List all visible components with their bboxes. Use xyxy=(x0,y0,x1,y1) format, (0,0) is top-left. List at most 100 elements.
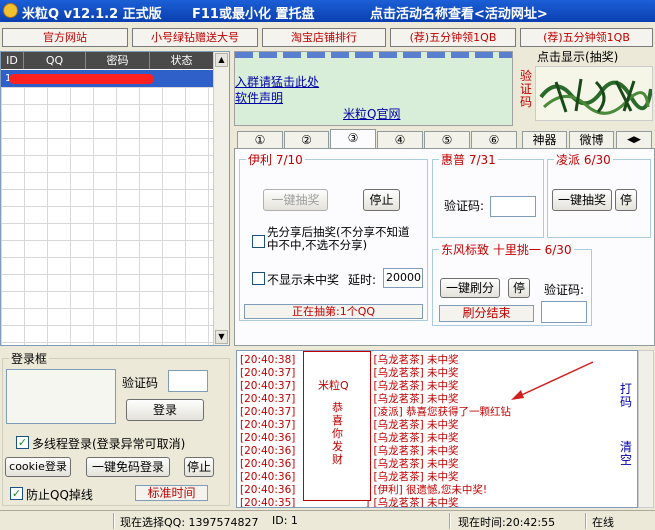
col-header-password[interactable]: 密码 xyxy=(86,52,150,69)
print-code-link[interactable]: 打码 xyxy=(620,383,634,409)
captcha-area: 点击显示(抽奖) 验证码 xyxy=(517,48,655,126)
status-current-qq: 现在选择QQ: 1397574827 xyxy=(120,516,259,529)
yili-stop-button[interactable]: 停止 xyxy=(363,189,400,211)
captcha-image[interactable] xyxy=(535,66,653,121)
login-captcha-label: 验证码 xyxy=(122,376,159,390)
tab-5[interactable]: ⑤ xyxy=(424,131,470,149)
overlay-text: 恭喜你发财 xyxy=(332,401,343,466)
log-time: [20:40:37] xyxy=(240,380,296,392)
captcha-show-label[interactable]: 点击显示(抽奖) xyxy=(537,48,618,65)
tab-3[interactable]: ③ xyxy=(330,129,376,150)
dongfeng-refresh-button[interactable]: 一键刷分 xyxy=(440,278,500,298)
log-time: [20:40:37] xyxy=(240,419,296,431)
link-taobao-rank[interactable]: 淘宝店铺排行 xyxy=(262,28,386,47)
col-header-status[interactable]: 状态 xyxy=(150,52,214,69)
nocode-login-button[interactable]: 一键免码登录 xyxy=(86,457,170,477)
std-time-button[interactable]: 标准时间 xyxy=(135,485,208,501)
lingpai-stop-button[interactable]: 停 xyxy=(615,189,637,211)
prevent-offline-label[interactable]: 防止QQ掉线 xyxy=(26,486,93,503)
window-title: 米粒Q v12.1.2 正式版 xyxy=(22,7,162,22)
huipu-captcha-input[interactable] xyxy=(490,196,536,217)
tab-artifact[interactable]: 神器 xyxy=(522,131,567,149)
dongfeng-captcha-label: 验证码: xyxy=(544,283,585,297)
link-statement[interactable]: 软件声明 xyxy=(235,89,283,106)
account-table[interactable]: ID QQ 密码 状态 1 ▲ ▼ xyxy=(0,51,230,346)
captcha-vertical-label: 验证码 xyxy=(520,69,533,109)
login-captcha-input[interactable] xyxy=(168,370,208,392)
link-official-site[interactable]: 官方网站 xyxy=(2,28,128,47)
log-message: [乌龙茗茶] 未中奖 xyxy=(373,380,459,392)
yili-title: 伊利 7/10 xyxy=(248,153,303,167)
status-online: 在线 xyxy=(592,516,614,529)
lucky-overlay: 米粒Q 恭喜你发财 xyxy=(303,351,371,501)
scroll-down-icon[interactable]: ▼ xyxy=(215,330,228,344)
hide-losses-label[interactable]: 不显示未中奖 xyxy=(267,271,339,288)
yili-status: 正在抽第:1个QQ xyxy=(244,304,423,319)
log-message: [乌龙茗茶] 未中奖 xyxy=(373,445,459,457)
log-message: [乌龙茗茶] 未中奖 xyxy=(373,471,459,483)
log-message: [乌龙茗茶] 未中奖 xyxy=(373,367,459,379)
table-grid xyxy=(1,87,214,345)
clear-log-link[interactable]: 清空 xyxy=(620,441,634,467)
log-message: [乌龙茗茶] 未中奖 xyxy=(373,393,459,405)
lingpai-draw-button[interactable]: 一键抽奖 xyxy=(552,189,612,211)
log-message: [乌龙茗茶] 未中奖 xyxy=(373,432,459,444)
status-bar: 现在选择QQ: 1397574827 ID: 1 现在时间:20:42:55 在… xyxy=(0,510,655,530)
log-time: [20:40:36] xyxy=(240,471,296,483)
chevron-left-icon[interactable]: ◀ xyxy=(627,135,634,145)
annotation-arrow-icon xyxy=(511,361,594,400)
link-join-group[interactable]: 入群请猛击此处 xyxy=(235,73,319,90)
login-legend: 登录框 xyxy=(11,352,48,366)
link-qb-2[interactable]: (荐)五分钟领1QB xyxy=(520,28,653,47)
account-scrollbar[interactable]: ▲ ▼ xyxy=(213,52,229,345)
status-id: ID: 1 xyxy=(272,514,298,527)
overlay-name: 米粒Q xyxy=(318,379,349,392)
activity-hint[interactable]: 点击活动名称查看<活动网址> xyxy=(370,3,548,22)
log-time: [20:40:37] xyxy=(240,393,296,405)
login-stop-button[interactable]: 停止 xyxy=(184,457,214,477)
tab-4[interactable]: ④ xyxy=(377,131,423,149)
log-time: [20:40:36] xyxy=(240,445,296,457)
table-row[interactable]: 1 xyxy=(1,70,214,87)
scroll-up-icon[interactable]: ▲ xyxy=(215,53,228,67)
yili-draw-button[interactable]: 一键抽奖 xyxy=(263,189,328,211)
col-header-id[interactable]: ID xyxy=(1,52,24,69)
dongfeng-captcha-input[interactable] xyxy=(541,301,587,323)
tab-2[interactable]: ② xyxy=(284,131,329,149)
log-time: [20:40:37] xyxy=(240,367,296,379)
log-message: [乌龙茗茶] 未中奖 xyxy=(373,458,459,470)
log-message: [凌派] 恭喜您获得了一颗红钻 xyxy=(373,406,511,418)
truncated-marquee xyxy=(235,52,512,58)
prevent-offline-checkbox[interactable]: ✓ xyxy=(10,487,23,500)
log-time: [20:40:36] xyxy=(240,484,296,496)
col-header-qq[interactable]: QQ xyxy=(24,52,86,69)
share-option-label[interactable]: 先分享后抽奖(不分享不知道中不中,不选不分享) xyxy=(267,226,417,252)
multithread-checkbox[interactable]: ✓ xyxy=(16,436,29,449)
delay-label: 延时: xyxy=(348,273,377,287)
tab-1[interactable]: ① xyxy=(237,131,283,149)
delay-input[interactable]: 20000 xyxy=(383,268,423,288)
title-bar[interactable]: 米粒Q v12.1.2 正式版 F11或最小化 置托盘 点击活动名称查看<活动网… xyxy=(0,0,655,22)
cookie-login-button[interactable]: cookie登录 xyxy=(5,457,71,477)
tab-scroll[interactable]: ◀▶ xyxy=(616,131,652,149)
dongfeng-status: 刷分结束 xyxy=(439,305,534,322)
log-time: [20:40:36] xyxy=(240,458,296,470)
multithread-label[interactable]: 多线程登录(登录异常可取消) xyxy=(32,435,185,452)
status-separator xyxy=(585,513,587,529)
hide-losses-checkbox[interactable] xyxy=(252,272,265,285)
log-message: [伊利] 很遗憾,您未中奖! xyxy=(373,484,488,496)
log-message: [乌龙茗茶] 未中奖 xyxy=(373,497,459,508)
link-qb-1[interactable]: (荐)五分钟领1QB xyxy=(390,28,516,47)
dongfeng-title: 东风标致 十里挑一 6/30 xyxy=(441,243,572,257)
huipu-group: 惠普 7/31 xyxy=(432,151,544,238)
link-green-diamond[interactable]: 小号绿钻赠送大号 xyxy=(132,28,258,47)
tab-6[interactable]: ⑥ xyxy=(471,131,517,149)
login-button[interactable]: 登录 xyxy=(126,399,204,421)
log-scrollbar[interactable] xyxy=(638,350,654,508)
link-mili-site[interactable]: 米粒Q官网 xyxy=(343,105,400,122)
share-checkbox[interactable] xyxy=(252,235,265,248)
tab-bar: ① ② ③ ④ ⑤ ⑥ 神器 微博 ◀▶ xyxy=(234,129,655,150)
dongfeng-stop-button[interactable]: 停 xyxy=(508,278,530,298)
chevron-right-icon[interactable]: ▶ xyxy=(634,135,641,145)
tab-weibo[interactable]: 微博 xyxy=(569,131,614,149)
